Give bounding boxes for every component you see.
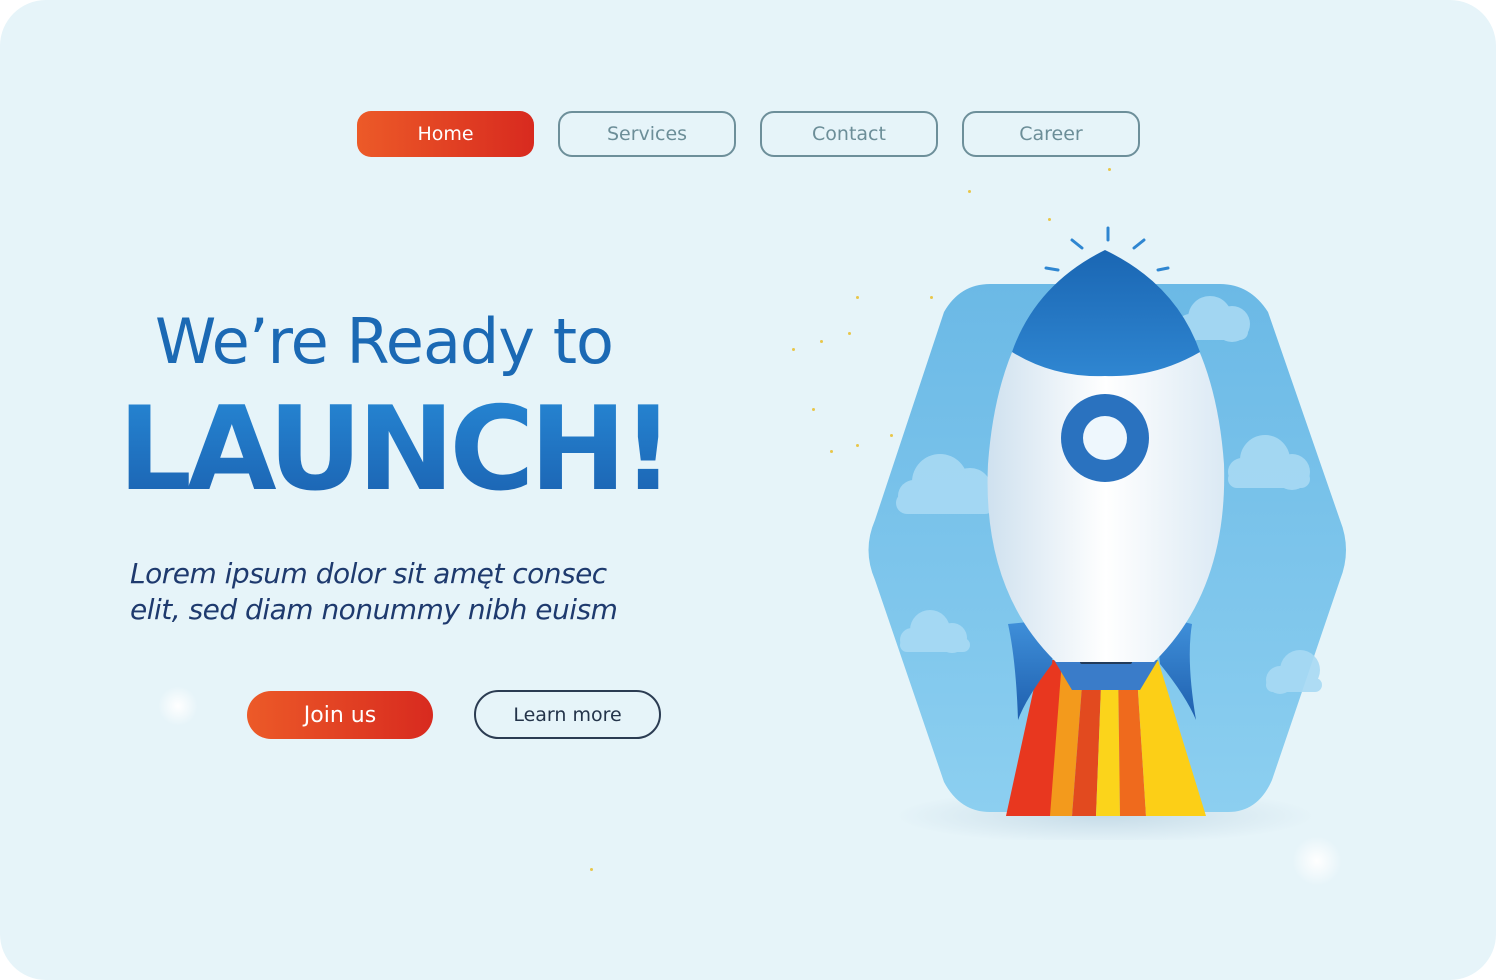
- rocket-nose: [1012, 250, 1200, 377]
- rocket-nozzle: [1054, 660, 1158, 690]
- nav-services-button[interactable]: Services: [558, 111, 736, 157]
- rocket-window-inner: [1083, 416, 1127, 460]
- star-dot: [812, 408, 815, 411]
- rocket-illustration: [868, 226, 1346, 840]
- nav-career-button[interactable]: Career: [962, 111, 1140, 157]
- hero-headline-line1: We’re Ready to: [155, 305, 614, 378]
- join-us-button[interactable]: Join us: [247, 691, 433, 739]
- nav-contact-button[interactable]: Contact: [760, 111, 938, 157]
- hero-subtext-line1: Lorem ipsum dolor sit amęt consec: [130, 557, 607, 590]
- star-dot: [820, 340, 823, 343]
- hero-headline-line2: LAUNCH!: [118, 382, 675, 517]
- star-dot: [830, 450, 833, 453]
- landing-page: Home Services Contact Career We’re Ready…: [0, 0, 1496, 980]
- top-nav: Home Services Contact Career: [357, 111, 1140, 157]
- star-dot: [968, 190, 971, 193]
- hero-subtext-line2: elit, sed diam nonummy nibh euism: [130, 593, 618, 626]
- nav-home-button[interactable]: Home: [357, 111, 534, 157]
- learn-more-button[interactable]: Learn more: [474, 690, 661, 739]
- sparkle-decoration: [1292, 836, 1342, 886]
- star-dot: [1108, 168, 1111, 171]
- star-dot: [792, 348, 795, 351]
- sparkle-decoration: [158, 686, 198, 726]
- hero-subtext: Lorem ipsum dolor sit amęt consec elit, …: [130, 556, 690, 628]
- star-dot: [590, 868, 593, 871]
